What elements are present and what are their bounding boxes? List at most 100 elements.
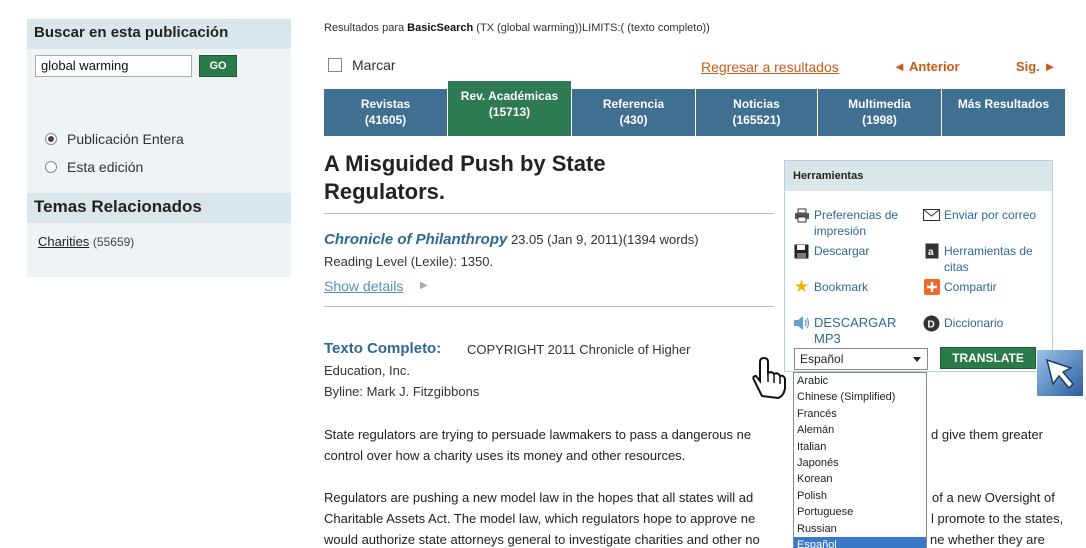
download-mp3-link[interactable]: DESCARGAR MP3 xyxy=(793,315,911,347)
results-prefix: Resultados para xyxy=(324,22,408,34)
divider xyxy=(324,306,774,307)
tool-label: DESCARGAR MP3 xyxy=(814,315,897,346)
copyright-text: COPYRIGHT 2011 Chronicle of Higher xyxy=(467,342,691,357)
article-title-line: Regulators. xyxy=(324,179,446,204)
translate-button[interactable]: TRANSLATE xyxy=(940,347,1036,369)
radio-whole-publication[interactable]: Publicación Entera xyxy=(45,131,184,147)
search-row: global warming GO xyxy=(35,55,237,77)
email-link[interactable]: Enviar por correo xyxy=(923,207,1053,223)
tab-label: Multimedia xyxy=(848,97,911,111)
search-input[interactable]: global warming xyxy=(35,55,192,77)
tool-label: Bookmark xyxy=(814,280,869,294)
publication-details: 23.05 (Jan 9, 2011)(1394 words) xyxy=(507,232,699,247)
chevron-right-icon: ▶ xyxy=(420,280,428,291)
tab-count: (41605) xyxy=(364,113,407,127)
tools-panel: Herramientas Preferencias de impresión E… xyxy=(784,160,1053,372)
mark-checkbox[interactable] xyxy=(328,58,342,72)
tools-title: Herramientas xyxy=(785,161,1052,191)
mark-label: Marcar xyxy=(352,57,396,73)
bookmark-link[interactable]: ★ Bookmark xyxy=(793,278,913,295)
language-option[interactable]: Arabic xyxy=(794,373,926,389)
share-link[interactable]: Compartir xyxy=(923,279,1051,295)
svg-text:a: a xyxy=(928,247,934,258)
radio-button[interactable] xyxy=(45,133,57,145)
tab-mas-resultados[interactable]: Más Resultados xyxy=(942,89,1065,136)
arrow-cursor-icon xyxy=(1037,350,1083,401)
reading-level: Reading Level (Lexile): 1350. xyxy=(324,254,494,269)
publication-link[interactable]: Chronicle of Philanthropy xyxy=(324,231,507,248)
paragraph-line: State regulators are trying to persuade … xyxy=(324,427,752,442)
previous-link[interactable]: ◄ Anterior xyxy=(893,59,960,74)
results-search-type: BasicSearch xyxy=(407,22,474,34)
dictionary-link[interactable]: D Diccionario xyxy=(923,315,1051,331)
envelope-icon xyxy=(923,207,940,223)
paragraph-line: ne whether they are xyxy=(930,532,1045,547)
article-title: A Misguided Push by State Regulators. xyxy=(324,150,734,206)
language-option[interactable]: Korean xyxy=(794,471,926,487)
language-option[interactable]: Portuguese xyxy=(794,504,926,520)
tab-count: (430) xyxy=(619,113,648,127)
tab-label: Revistas xyxy=(360,97,411,111)
dictionary-icon: D xyxy=(923,315,940,331)
hand-pointer-icon xyxy=(748,356,788,407)
printer-icon xyxy=(793,207,810,223)
topic-link[interactable]: Charities xyxy=(38,234,89,249)
floppy-disk-icon xyxy=(793,243,810,259)
paragraph-line: Charitable Assets Act. The model law, wh… xyxy=(324,511,756,526)
language-option[interactable]: Italian xyxy=(794,439,926,455)
language-option[interactable]: Chinese (Simplified) xyxy=(794,389,926,405)
language-option-selected[interactable]: Español xyxy=(794,536,926,548)
next-link[interactable]: Sig. ► xyxy=(1016,59,1056,74)
tab-noticias[interactable]: Noticias (165521) xyxy=(696,89,818,136)
go-button[interactable]: GO xyxy=(199,55,237,77)
tool-label: Compartir xyxy=(944,280,997,294)
language-select-value: Español xyxy=(800,352,844,366)
caret-down-icon xyxy=(913,357,921,362)
download-link[interactable]: Descargar xyxy=(793,243,913,259)
tab-rev-academicas[interactable]: Rev. Académicas (15713) xyxy=(448,81,572,136)
language-option[interactable]: Francés xyxy=(794,406,926,422)
results-query: (TX (global warming))LIMITS:( (texto com… xyxy=(473,22,710,34)
article-title-line: A Misguided Push by State xyxy=(324,151,606,176)
radio-label: Publicación Entera xyxy=(67,131,184,147)
results-summary: Resultados para BasicSearch (TX (global … xyxy=(324,22,710,34)
language-dropdown-list: Arabic Chinese (Simplified) Francés Alem… xyxy=(793,372,927,548)
radio-label: Esta edición xyxy=(67,159,144,175)
print-preferences-link[interactable]: Preferencias de impresión xyxy=(793,207,913,239)
language-option[interactable]: Japonés xyxy=(794,455,926,471)
svg-text:D: D xyxy=(928,319,935,330)
back-to-results-link[interactable]: Regresar a resultados xyxy=(701,59,839,75)
tab-count: (15713) xyxy=(488,105,531,119)
radio-this-edition[interactable]: Esta edición xyxy=(45,159,143,175)
topic-count: (55659) xyxy=(92,235,135,249)
tool-label: Preferencias de impresión xyxy=(814,208,899,238)
related-topics-title: Temas Relacionados xyxy=(27,193,291,223)
tab-multimedia[interactable]: Multimedia (1998) xyxy=(818,89,942,136)
publication-line: Chronicle of Philanthropy 23.05 (Jan 9, … xyxy=(324,231,699,248)
language-option[interactable]: Alemán xyxy=(794,422,926,438)
full-text-label: Texto Completo: xyxy=(324,340,442,357)
tab-revistas[interactable]: Revistas (41605) xyxy=(324,89,448,136)
speaker-icon xyxy=(793,315,810,331)
search-publication-panel: Buscar en esta publicación global warmin… xyxy=(27,19,291,277)
citation-icon: a xyxy=(923,243,940,259)
radio-button[interactable] xyxy=(45,161,57,173)
byline: Byline: Mark J. Fitzgibbons xyxy=(324,384,480,399)
language-select[interactable]: Español xyxy=(794,348,928,370)
divider xyxy=(324,213,774,214)
search-publication-title: Buscar en esta publicación xyxy=(27,19,291,49)
tab-count: (1998) xyxy=(862,113,897,127)
show-details-link[interactable]: Show details xyxy=(324,278,403,294)
topic-item: Charities (55659) xyxy=(38,234,134,249)
language-option[interactable]: Polish xyxy=(794,488,926,504)
paragraph-line: d give them greater xyxy=(931,427,1044,442)
plus-icon xyxy=(923,279,940,295)
tool-label: Descargar xyxy=(814,244,870,258)
tab-referencia[interactable]: Referencia (430) xyxy=(572,89,696,136)
mark-checkbox-row[interactable]: Marcar xyxy=(328,57,396,73)
citation-tools-link[interactable]: a Herramientas de citas xyxy=(923,243,1051,275)
tool-label: Diccionario xyxy=(944,316,1004,330)
paragraph-line: l promote to the states, xyxy=(931,511,1064,526)
language-option[interactable]: Russian xyxy=(794,521,926,537)
tool-label: Herramientas de citas xyxy=(944,244,1033,274)
